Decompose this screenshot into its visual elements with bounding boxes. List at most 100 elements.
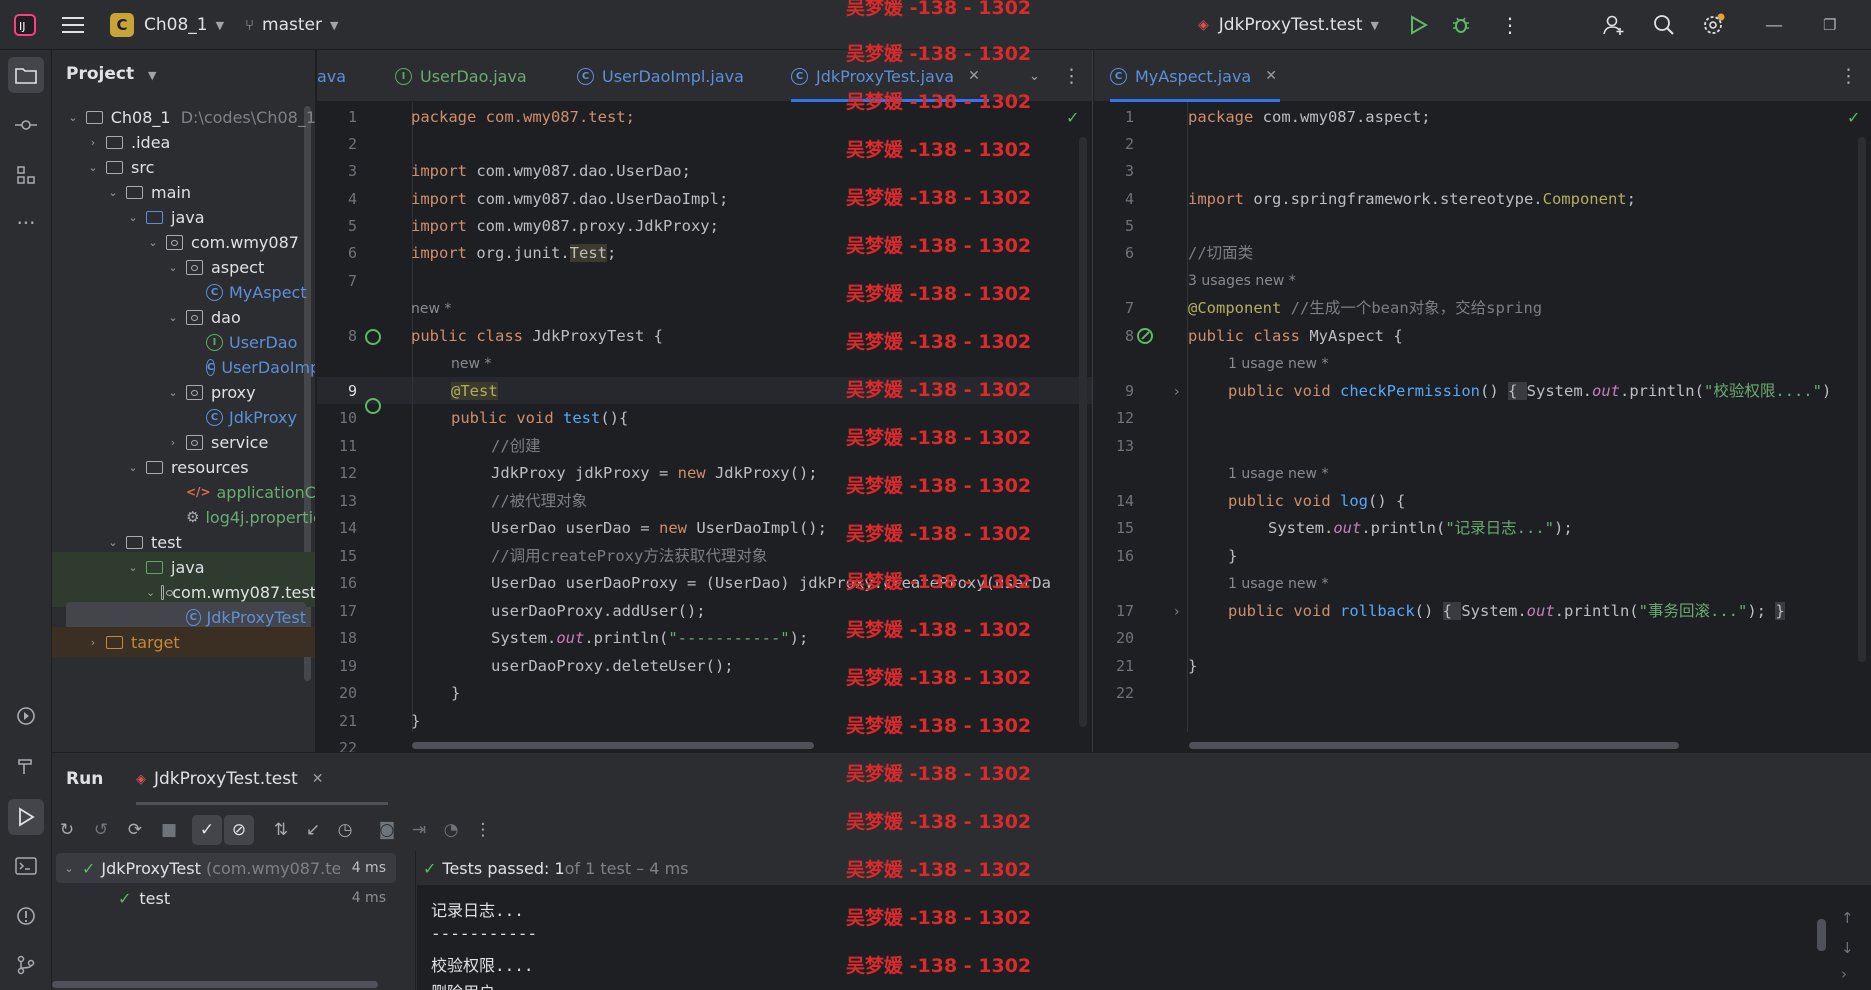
show-ignored-icon[interactable]: ⊘ <box>224 815 254 845</box>
author-hint[interactable]: new * <box>451 356 491 372</box>
rerun-failed-icon[interactable]: ↺ <box>86 815 116 845</box>
run-button[interactable] <box>1410 0 1428 50</box>
services-icon[interactable] <box>8 698 44 734</box>
usages-hint[interactable]: 1 usage new * <box>1228 356 1328 372</box>
line-number: 3 <box>347 162 357 180</box>
line-number: 6 <box>347 244 357 262</box>
code-line: System.out.println("-----------"); <box>491 629 809 647</box>
close-icon[interactable]: ✕ <box>1265 68 1277 84</box>
git-icon[interactable] <box>8 947 44 983</box>
vertical-scrollbar[interactable] <box>1858 137 1866 662</box>
build-hammer-icon[interactable] <box>8 748 44 784</box>
resource-folder-icon <box>146 460 163 474</box>
horizontal-scrollbar[interactable] <box>1189 742 1679 749</box>
watermark-text: 吴梦媛 -138 - 1302 <box>846 811 1032 833</box>
vertical-scrollbar[interactable] <box>1079 137 1087 727</box>
sort-icon[interactable]: ⇅ <box>266 815 296 845</box>
run-config-selector[interactable]: ◈ JdkProxyTest.test ▼ <box>1198 0 1379 50</box>
tree-item-target[interactable]: › target <box>52 627 315 657</box>
code-line: public void checkPermission() { System.o… <box>1228 382 1832 400</box>
class-icon: C <box>206 358 216 376</box>
search-icon[interactable] <box>1653 0 1675 50</box>
tabs-more-icon[interactable]: ⋮ <box>1839 50 1858 102</box>
run-panel-title: Run <box>66 769 104 789</box>
close-icon[interactable]: ✕ <box>968 68 980 84</box>
coverage-icon[interactable]: ◔ <box>436 815 466 845</box>
restore-window-icon[interactable]: ❐ <box>1823 0 1836 50</box>
structure-icon[interactable] <box>8 157 44 193</box>
chevron-down-icon: ⌄ <box>168 385 178 399</box>
scroll-up-icon[interactable]: ↑ <box>1841 909 1854 927</box>
chevron-down-icon: ▼ <box>329 18 339 32</box>
debug-button[interactable] <box>1451 0 1471 50</box>
close-icon[interactable]: ✕ <box>312 771 324 787</box>
chevron-down-icon: ⌄ <box>108 185 118 199</box>
line-number: 17 <box>1115 602 1134 620</box>
horizontal-scrollbar[interactable] <box>412 742 814 749</box>
passed-check-icon: ✓ <box>423 858 437 878</box>
console-scrollbar[interactable] <box>1817 919 1826 951</box>
usages-hint[interactable]: 1 usage new * <box>1228 466 1328 482</box>
more-actions-icon[interactable]: ⋮ <box>1500 0 1520 50</box>
author-hint[interactable]: new * <box>411 301 451 317</box>
console-output[interactable]: ✓ Tests passed: 1 of 1 test – 4 ms 记录日志.… <box>417 851 1871 990</box>
line-number: 9 <box>1124 382 1134 400</box>
commit-icon[interactable] <box>8 107 44 143</box>
run-gutter-icon[interactable] <box>365 329 381 345</box>
terminal-icon[interactable] <box>8 848 44 884</box>
watermark-text: 吴梦媛 -138 - 1302 <box>846 187 1032 209</box>
stop-icon[interactable]: ■ <box>154 815 184 845</box>
line-number: 4 <box>1124 190 1134 208</box>
tabs-more-icon[interactable]: ⋮ <box>1062 50 1081 102</box>
run-tool-icon[interactable] <box>8 799 44 835</box>
line-number: 18 <box>338 629 357 647</box>
tab-userdaoimpl[interactable]: C UserDaoImpl.java <box>577 50 744 102</box>
fold-expand-icon[interactable]: › <box>1174 384 1180 400</box>
more-tools-icon[interactable]: ··· <box>8 205 44 241</box>
line-number: 15 <box>1115 519 1134 537</box>
test-history-icon[interactable]: ◷ <box>330 815 360 845</box>
tab-userdao[interactable]: I UserDao.java <box>395 50 527 102</box>
run-more-icon[interactable]: ⋮ <box>468 815 498 845</box>
project-folder-icon[interactable] <box>8 57 44 93</box>
problems-icon[interactable] <box>8 898 44 934</box>
usages-hint[interactable]: 3 usages new * <box>1188 273 1296 289</box>
show-passed-icon[interactable]: ✓ <box>192 815 222 845</box>
export-icon[interactable]: ⇥ <box>404 815 434 845</box>
tab-partial[interactable]: ava <box>317 50 346 102</box>
settings-gear-icon[interactable] <box>1702 0 1726 50</box>
project-panel-header[interactable]: Project ▼ <box>66 64 156 84</box>
chevron-right-icon: › <box>90 135 96 149</box>
import-tests-icon[interactable]: ↙ <box>298 815 328 845</box>
package-icon <box>186 434 203 450</box>
code-line: public class MyAspect { <box>1188 327 1403 345</box>
test-method-row[interactable]: ✓ test 4 ms <box>56 883 396 913</box>
toggle-auto-test-icon[interactable]: ⟳ <box>120 815 150 845</box>
scroll-down-icon[interactable]: ↓ <box>1841 939 1854 957</box>
usages-hint[interactable]: 1 usage new * <box>1228 576 1328 592</box>
fold-expand-icon[interactable]: › <box>1174 604 1180 620</box>
minimize-icon[interactable]: — <box>1765 0 1783 50</box>
chevron-down-icon: ⌄ <box>168 310 178 324</box>
run-tab-jdkproxytest[interactable]: ◈ JdkProxyTest.test ✕ <box>136 753 388 805</box>
chevron-down-icon: ⌄ <box>108 535 118 549</box>
rerun-icon[interactable]: ↻ <box>52 815 82 845</box>
line-number: 2 <box>1124 135 1134 153</box>
project-selector[interactable]: C Ch08_1 ▼ <box>110 0 224 50</box>
main-menu-icon[interactable] <box>62 0 84 50</box>
app-logo-icon[interactable]: IJ <box>14 0 36 50</box>
chevron-down-icon: ⌄ <box>168 260 178 274</box>
screenshot-icon[interactable]: ◙ <box>372 815 402 845</box>
chevron-down-icon: ▼ <box>1370 18 1379 32</box>
test-class-row[interactable]: ⌄ ✓ JdkProxyTest (com.wmy087.test) 4 ms <box>56 853 396 883</box>
console-more-icon[interactable]: › <box>1841 965 1847 983</box>
branch-selector[interactable]: ⑂ master ▼ <box>245 0 338 50</box>
right-code-editor[interactable]: ✓ › › 1 2 3 4 5 6 7 8 9 12 13 14 15 16 1… <box>1094 102 1871 752</box>
bean-gutter-icon[interactable] <box>1136 327 1156 345</box>
run-gutter-icon[interactable] <box>365 398 381 414</box>
editor-splitter[interactable] <box>1092 50 1093 752</box>
chevron-down-icon: ⌄ <box>148 235 158 249</box>
add-user-icon[interactable] <box>1603 0 1625 50</box>
tree-horizontal-scrollbar[interactable] <box>52 981 378 988</box>
tab-myaspect[interactable]: C MyAspect.java ✕ <box>1110 50 1280 102</box>
